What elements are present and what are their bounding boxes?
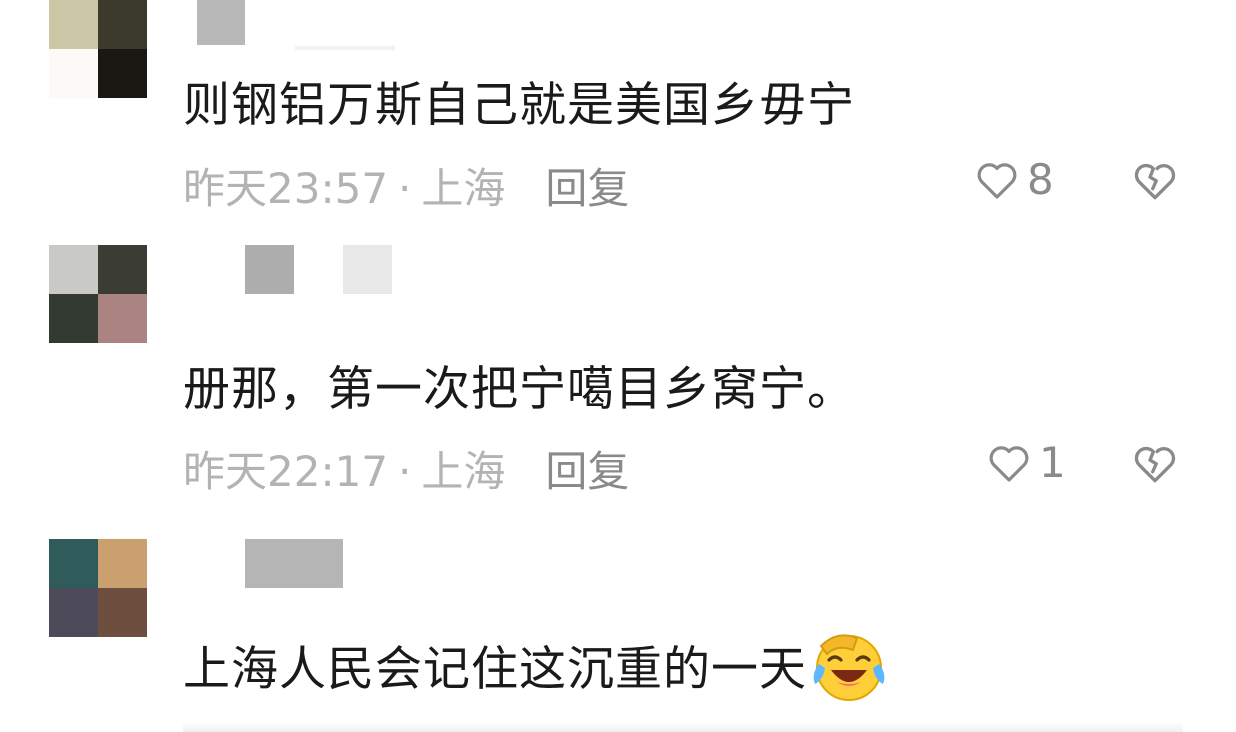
username-redacted[interactable] — [197, 0, 245, 45]
broken-heart-icon — [1134, 446, 1176, 483]
avatar[interactable] — [49, 539, 147, 637]
avatar[interactable] — [49, 245, 147, 343]
partially-visible-meta-row — [183, 722, 1183, 732]
heart-outline-icon — [989, 445, 1029, 482]
comment-time: 昨天23:57 — [183, 164, 389, 213]
avatar-tile — [98, 294, 147, 343]
comment-location: 上海 — [421, 447, 506, 496]
comment-meta: 昨天23:57 · 上海 回复 — [183, 164, 630, 213]
broken-heart-icon — [1134, 163, 1176, 200]
username-redacted[interactable] — [245, 539, 343, 588]
avatar-tile — [98, 539, 147, 588]
username-redacted — [343, 245, 392, 294]
comment-text: 上海人民会记住这沉重的一天 — [183, 630, 889, 706]
dislike-button[interactable] — [1130, 438, 1180, 492]
like-count: 8 — [1027, 155, 1054, 204]
comment-text: 册那，第一次把宁噶目乡窝宁。 — [183, 362, 855, 417]
comment-text: 则钢铝万斯自己就是美国乡毋宁 — [183, 78, 855, 133]
username-redacted[interactable] — [245, 245, 294, 294]
username-redacted — [295, 46, 395, 50]
avatar[interactable] — [49, 0, 147, 98]
avatar-tile — [49, 0, 98, 49]
reply-button[interactable]: 回复 — [545, 164, 629, 213]
like-count: 1 — [1039, 438, 1066, 487]
comment-time: 昨天22:17 — [183, 447, 389, 496]
avatar-tile — [49, 49, 98, 98]
comment-meta: 昨天22:17 · 上海 回复 — [183, 447, 630, 496]
avatar-tile — [98, 245, 147, 294]
like-button[interactable]: 1 — [985, 438, 1066, 487]
avatar-tile — [49, 588, 98, 637]
comment-location: 上海 — [421, 164, 506, 213]
laughing-crying-emoji — [813, 633, 885, 701]
avatar-tile — [49, 294, 98, 343]
avatar-tile — [98, 588, 147, 637]
dislike-button[interactable] — [1130, 155, 1180, 209]
avatar-tile — [98, 0, 147, 49]
like-button[interactable]: 8 — [973, 155, 1054, 204]
heart-outline-icon — [977, 162, 1017, 199]
avatar-tile — [49, 245, 98, 294]
avatar-tile — [98, 49, 147, 98]
comment-text-body: 上海人民会记住这沉重的一天 — [183, 642, 807, 697]
reply-button[interactable]: 回复 — [545, 447, 629, 496]
avatar-tile — [49, 539, 98, 588]
